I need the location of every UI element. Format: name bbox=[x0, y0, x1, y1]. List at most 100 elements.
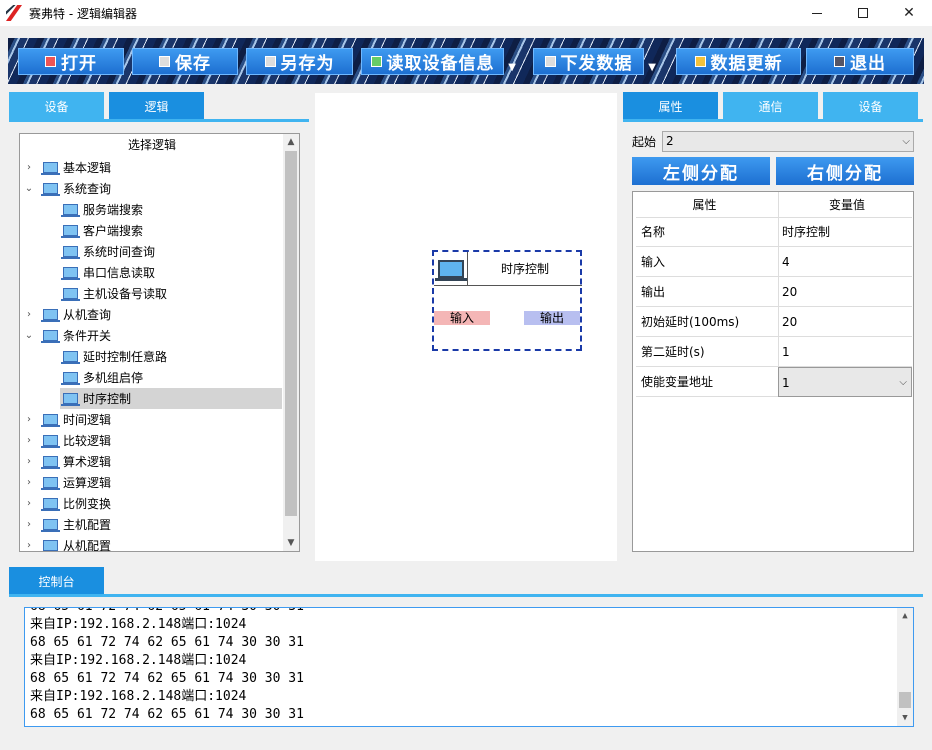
tree-item[interactable]: 系统时间查询 bbox=[60, 241, 282, 262]
dropdown-arrow-icon[interactable]: ▼ bbox=[648, 62, 657, 73]
collapsed-arrow-icon[interactable]: › bbox=[22, 456, 36, 467]
property-grid: 属性 变量值 名称 时序控制 输入 4 输出 20 初始延时(100ms) 20 第二延时(s)… bbox=[632, 191, 914, 552]
logic-canvas[interactable]: 时序控制 输入 输出 bbox=[315, 93, 617, 561]
start-value: 2 bbox=[666, 134, 674, 148]
logic-tree[interactable]: 选择逻辑 › 基本逻辑 ⌄ 系统查询 服务端搜索 客户端搜索 系统时间查询 串口信息读取 主机设… bbox=[19, 133, 300, 552]
tree-item[interactable]: 主机设备号读取 bbox=[60, 283, 282, 304]
data-update-button[interactable]: 数据更新 bbox=[676, 48, 801, 75]
right-tab-underline bbox=[623, 119, 923, 122]
property-header-row: 属性 变量值 bbox=[636, 192, 912, 218]
tree-item[interactable]: › 从机配置 bbox=[20, 535, 284, 551]
tree-item[interactable]: 延时控制任意路 bbox=[60, 346, 282, 367]
tree-item[interactable]: › 基本逻辑 bbox=[20, 157, 284, 178]
tree-item[interactable]: › 时间逻辑 bbox=[20, 409, 284, 430]
expanded-arrow-icon[interactable]: ⌄ bbox=[22, 330, 36, 341]
property-value-input[interactable]: 20 bbox=[778, 277, 912, 307]
block-input-port[interactable]: 输入 bbox=[434, 311, 490, 325]
save-as-button[interactable]: 另存为 bbox=[246, 48, 353, 75]
property-value: 20 bbox=[782, 285, 798, 299]
collapsed-arrow-icon[interactable]: › bbox=[22, 540, 36, 551]
tree-item[interactable]: › 比较逻辑 bbox=[20, 430, 284, 451]
tree-item[interactable]: ⌄ 条件开关 bbox=[20, 325, 284, 346]
tab-device[interactable]: 设备 bbox=[9, 92, 104, 120]
scroll-thumb[interactable] bbox=[899, 692, 911, 708]
console-output[interactable]: 68 65 61 72 74 62 65 61 74 30 30 31来自IP:… bbox=[24, 607, 914, 727]
close-button[interactable]: ✕ bbox=[886, 0, 932, 26]
collapsed-arrow-icon[interactable]: › bbox=[22, 519, 36, 530]
tree-item-label: 基本逻辑 bbox=[63, 161, 112, 175]
tree-item[interactable]: › 算术逻辑 bbox=[20, 451, 284, 472]
console-tab-underline bbox=[9, 594, 923, 597]
property-value: 20 bbox=[782, 315, 798, 329]
exit-door-icon bbox=[834, 56, 845, 67]
minimize-button[interactable] bbox=[794, 0, 840, 26]
exit-button[interactable]: 退出 bbox=[806, 48, 914, 75]
open-button[interactable]: 打开 bbox=[18, 48, 124, 75]
left-assign-button[interactable]: 左侧分配 bbox=[632, 157, 770, 185]
tree-scrollbar[interactable]: ▲ ▼ bbox=[283, 134, 299, 551]
property-value-input[interactable]: 时序控制 bbox=[778, 217, 912, 247]
download-data-button[interactable]: 下发数据 ▼ bbox=[533, 48, 656, 75]
property-col-header: 属性 bbox=[692, 198, 717, 212]
tab-communication[interactable]: 通信 bbox=[723, 92, 818, 120]
console-line: 68 65 61 72 74 62 65 61 74 30 30 31 bbox=[30, 671, 304, 686]
property-key: 输入 bbox=[641, 255, 666, 269]
tab-console[interactable]: 控制台 bbox=[9, 567, 104, 595]
tree-item[interactable]: 时序控制 bbox=[60, 388, 282, 409]
laptop-icon bbox=[61, 351, 80, 364]
property-value: 4 bbox=[782, 255, 790, 269]
property-value-select[interactable]: 1 ⌵ bbox=[778, 367, 912, 397]
collapsed-arrow-icon[interactable]: › bbox=[22, 414, 36, 425]
value-col-header: 变量值 bbox=[778, 192, 912, 218]
collapsed-arrow-icon[interactable]: › bbox=[22, 477, 36, 488]
property-key: 名称 bbox=[641, 225, 666, 239]
property-value-input[interactable]: 20 bbox=[778, 307, 912, 337]
tree-item[interactable]: ⌄ 系统查询 bbox=[20, 178, 284, 199]
scroll-up-icon[interactable]: ▲ bbox=[897, 608, 913, 624]
collapsed-arrow-icon[interactable]: › bbox=[22, 435, 36, 446]
tree-item-label: 运算逻辑 bbox=[63, 476, 112, 490]
logic-block[interactable]: 时序控制 输入 输出 bbox=[432, 250, 582, 351]
dropdown-arrow-icon[interactable]: ▼ bbox=[508, 62, 517, 73]
collapsed-arrow-icon[interactable]: › bbox=[22, 162, 36, 173]
laptop-icon bbox=[61, 288, 80, 301]
console-line: 来自IP:192.168.2.148端口:1024 bbox=[30, 617, 247, 632]
start-select[interactable]: 2 ⌵ bbox=[662, 131, 914, 152]
console-line: 68 65 61 72 74 62 65 61 74 30 30 31 bbox=[30, 608, 304, 616]
tree-item-label: 服务端搜索 bbox=[83, 203, 144, 217]
device-icon bbox=[370, 56, 382, 67]
laptop-icon bbox=[41, 498, 60, 511]
block-title: 时序控制 bbox=[468, 252, 582, 286]
tree-item-label: 系统查询 bbox=[63, 182, 112, 196]
read-device-info-button[interactable]: 读取设备信息 ▼ bbox=[361, 48, 516, 75]
maximize-icon bbox=[858, 8, 868, 18]
tree-item[interactable]: › 从机查询 bbox=[20, 304, 284, 325]
property-value-input[interactable]: 4 bbox=[778, 247, 912, 277]
tree-item[interactable]: › 主机配置 bbox=[20, 514, 284, 535]
tab-logic[interactable]: 逻辑 bbox=[109, 92, 204, 120]
tree-item[interactable]: 多机组启停 bbox=[60, 367, 282, 388]
save-button[interactable]: 保存 bbox=[132, 48, 238, 75]
scroll-up-icon[interactable]: ▲ bbox=[283, 134, 299, 150]
property-row: 输入 4 bbox=[636, 247, 912, 277]
tree-item[interactable]: 客户端搜索 bbox=[60, 220, 282, 241]
scroll-thumb[interactable] bbox=[285, 151, 297, 516]
scroll-down-icon[interactable]: ▼ bbox=[283, 535, 299, 551]
tree-item[interactable]: 串口信息读取 bbox=[60, 262, 282, 283]
maximize-button[interactable] bbox=[840, 0, 886, 26]
calendar-icon bbox=[45, 56, 56, 67]
collapsed-arrow-icon[interactable]: › bbox=[22, 498, 36, 509]
tab-right-device[interactable]: 设备 bbox=[823, 92, 918, 120]
tree-item[interactable]: 服务端搜索 bbox=[60, 199, 282, 220]
tab-properties[interactable]: 属性 bbox=[623, 92, 718, 120]
collapsed-arrow-icon[interactable]: › bbox=[22, 309, 36, 320]
expanded-arrow-icon[interactable]: ⌄ bbox=[22, 183, 36, 194]
property-value: 1 bbox=[782, 345, 790, 359]
scroll-down-icon[interactable]: ▼ bbox=[897, 710, 913, 726]
console-scrollbar[interactable]: ▲ ▼ bbox=[897, 608, 913, 726]
tree-item[interactable]: › 比例变换 bbox=[20, 493, 284, 514]
right-assign-button[interactable]: 右侧分配 bbox=[776, 157, 914, 185]
block-output-port[interactable]: 输出 bbox=[524, 311, 580, 325]
tree-item[interactable]: › 运算逻辑 bbox=[20, 472, 284, 493]
property-value-input[interactable]: 1 bbox=[778, 337, 912, 367]
